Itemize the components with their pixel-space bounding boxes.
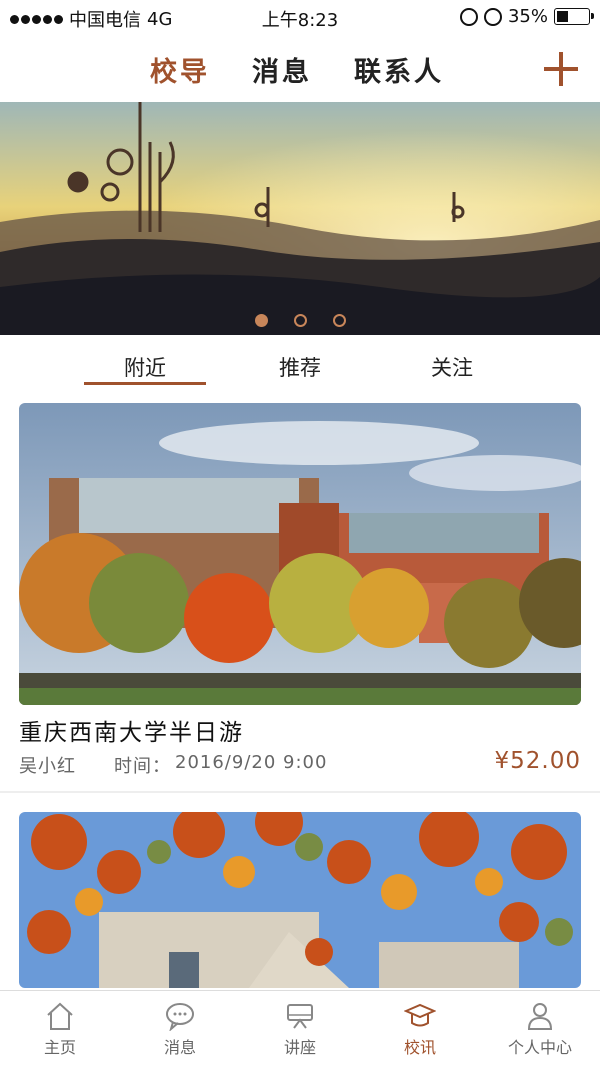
- home-icon: [47, 1002, 73, 1030]
- card-time-label: 时间：: [114, 756, 171, 777]
- tab-nearby[interactable]: 附近: [84, 352, 206, 382]
- banner-image: [0, 102, 600, 335]
- card-image[interactable]: [19, 812, 581, 988]
- chat-icon: [166, 1003, 194, 1031]
- battery-icon: [554, 8, 594, 25]
- tab-contacts[interactable]: 联系人: [354, 50, 444, 89]
- card-time: 时间： 2016/9/20 9:00: [114, 752, 327, 778]
- tab-guide[interactable]: 校导: [150, 50, 210, 89]
- nav-news[interactable]: 校讯: [360, 991, 480, 1067]
- card-title[interactable]: 重庆西南大学半日游: [19, 713, 244, 747]
- card-meta: 吴小红 时间： 2016/9/20 9:00: [19, 752, 327, 778]
- top-tabs: 校导 消息 联系人: [150, 50, 444, 89]
- alarm-icon: [483, 7, 502, 26]
- nav-lecture[interactable]: 讲座: [240, 991, 360, 1067]
- carousel-pager: [0, 314, 600, 327]
- user-icon: [527, 1003, 553, 1030]
- tab-following[interactable]: 关注: [391, 352, 513, 382]
- banner-carousel[interactable]: [0, 102, 600, 335]
- pager-dot[interactable]: [254, 314, 268, 327]
- pager-dot[interactable]: [293, 314, 307, 327]
- active-tab-indicator: [84, 382, 206, 385]
- nav-profile[interactable]: 个人中心: [480, 991, 600, 1067]
- pager-dot[interactable]: [332, 314, 346, 327]
- nav-lecture-label: 讲座: [283, 1038, 316, 1057]
- nav-home[interactable]: 主页: [0, 991, 120, 1067]
- graduation-cap-icon: [404, 1003, 436, 1027]
- sub-tabs: 附近 推荐 关注: [0, 336, 600, 392]
- card-price: ¥52.00: [494, 748, 581, 774]
- nav-home-label: 主页: [43, 1038, 76, 1057]
- plus-icon[interactable]: [544, 52, 578, 86]
- top-nav: 校导 消息 联系人: [0, 34, 600, 102]
- card-author: 吴小红: [19, 756, 76, 777]
- bottom-nav: 主页 消息 讲座 校讯 个人中心: [0, 990, 600, 1067]
- status-bar: 中国电信 4G 上午8:23 35%: [0, 0, 600, 34]
- card-image[interactable]: [19, 403, 581, 705]
- nav-messages-label: 消息: [163, 1038, 196, 1057]
- card-divider: [0, 791, 600, 793]
- card-time-value: 2016/9/20 9:00: [175, 752, 328, 773]
- campus-building-photo: [19, 403, 581, 705]
- tab-messages[interactable]: 消息: [252, 50, 312, 89]
- nav-profile-label: 个人中心: [507, 1038, 572, 1057]
- nav-news-label: 校讯: [403, 1038, 436, 1057]
- nav-messages[interactable]: 消息: [120, 991, 240, 1067]
- battery-fill: [557, 11, 568, 22]
- autumn-tree-photo: [19, 812, 581, 988]
- lecture-icon: [287, 1004, 313, 1029]
- tab-recommended[interactable]: 推荐: [239, 352, 361, 382]
- status-right: 35%: [459, 6, 594, 27]
- rotation-lock-icon: [459, 7, 478, 26]
- battery-percent: 35%: [507, 6, 548, 27]
